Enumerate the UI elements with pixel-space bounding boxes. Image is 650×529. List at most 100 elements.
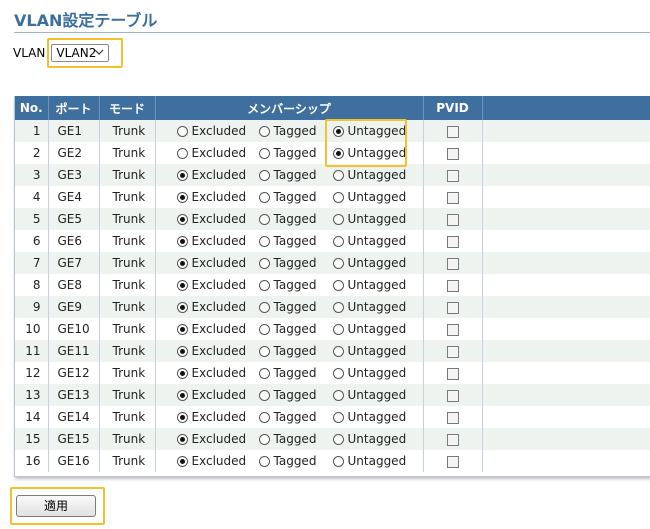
radio-untagged[interactable] (332, 279, 344, 291)
membership-untagged-option[interactable]: Untagged (332, 322, 406, 336)
membership-tagged-option[interactable]: Tagged (258, 212, 333, 226)
pvid-checkbox[interactable] (446, 125, 459, 138)
radio-tagged[interactable] (258, 213, 270, 225)
radio-excluded[interactable] (176, 147, 188, 159)
pvid-checkbox[interactable] (446, 433, 459, 446)
radio-excluded[interactable] (176, 257, 188, 269)
radio-untagged[interactable] (332, 367, 344, 379)
membership-excluded-option[interactable]: Excluded (176, 168, 259, 182)
radio-tagged[interactable] (258, 389, 270, 401)
radio-untagged[interactable] (332, 389, 344, 401)
radio-excluded[interactable] (176, 389, 188, 401)
membership-untagged-option[interactable]: Untagged (332, 432, 406, 446)
membership-tagged-option[interactable]: Tagged (258, 344, 333, 358)
membership-untagged-option[interactable]: Untagged (332, 234, 406, 248)
membership-excluded-option[interactable]: Excluded (176, 344, 259, 358)
radio-excluded[interactable] (176, 301, 188, 313)
membership-excluded-option[interactable]: Excluded (176, 256, 259, 270)
membership-tagged-option[interactable]: Tagged (258, 432, 333, 446)
radio-excluded[interactable] (176, 213, 188, 225)
radio-tagged[interactable] (258, 235, 270, 247)
radio-excluded[interactable] (176, 279, 188, 291)
radio-excluded[interactable] (176, 169, 188, 181)
pvid-checkbox[interactable] (446, 345, 459, 358)
membership-tagged-option[interactable]: Tagged (258, 366, 333, 380)
membership-untagged-option[interactable]: Untagged (332, 410, 406, 424)
membership-tagged-option[interactable]: Tagged (258, 190, 333, 204)
radio-excluded[interactable] (176, 455, 188, 467)
pvid-checkbox[interactable] (446, 367, 459, 380)
radio-tagged[interactable] (258, 367, 270, 379)
membership-untagged-option[interactable]: Untagged (332, 344, 406, 358)
membership-excluded-option[interactable]: Excluded (176, 300, 259, 314)
radio-excluded[interactable] (176, 411, 188, 423)
membership-excluded-option[interactable]: Excluded (176, 432, 259, 446)
membership-untagged-option[interactable]: Untagged (332, 278, 406, 292)
radio-tagged[interactable] (258, 433, 270, 445)
radio-excluded[interactable] (176, 323, 188, 335)
pvid-checkbox[interactable] (446, 455, 459, 468)
radio-excluded[interactable] (176, 345, 188, 357)
pvid-checkbox[interactable] (446, 169, 459, 182)
membership-tagged-option[interactable]: Tagged (258, 168, 333, 182)
radio-tagged[interactable] (258, 169, 270, 181)
pvid-checkbox[interactable] (446, 411, 459, 424)
pvid-checkbox[interactable] (446, 389, 459, 402)
radio-untagged[interactable] (332, 345, 344, 357)
radio-tagged[interactable] (258, 323, 270, 335)
radio-tagged[interactable] (258, 455, 270, 467)
apply-button[interactable]: 適用 (16, 495, 96, 517)
membership-excluded-option[interactable]: Excluded (176, 278, 259, 292)
membership-untagged-option[interactable]: Untagged (332, 168, 406, 182)
membership-untagged-option[interactable]: Untagged (332, 366, 406, 380)
membership-tagged-option[interactable]: Tagged (258, 454, 333, 468)
membership-tagged-option[interactable]: Tagged (258, 300, 333, 314)
pvid-checkbox[interactable] (446, 257, 459, 270)
membership-excluded-option[interactable]: Excluded (176, 234, 259, 248)
pvid-checkbox[interactable] (446, 301, 459, 314)
radio-untagged[interactable] (332, 323, 344, 335)
radio-untagged[interactable] (332, 213, 344, 225)
membership-tagged-option[interactable]: Tagged (258, 234, 333, 248)
pvid-checkbox[interactable] (446, 213, 459, 226)
membership-excluded-option[interactable]: Excluded (176, 124, 259, 138)
membership-excluded-option[interactable]: Excluded (176, 454, 259, 468)
membership-untagged-option[interactable]: Untagged (332, 454, 406, 468)
radio-untagged[interactable] (332, 301, 344, 313)
pvid-checkbox[interactable] (446, 191, 459, 204)
membership-tagged-option[interactable]: Tagged (258, 322, 333, 336)
radio-tagged[interactable] (258, 345, 270, 357)
membership-excluded-option[interactable]: Excluded (176, 146, 259, 160)
pvid-checkbox[interactable] (446, 235, 459, 248)
membership-tagged-option[interactable]: Tagged (258, 278, 333, 292)
radio-excluded[interactable] (176, 235, 188, 247)
radio-tagged[interactable] (258, 257, 270, 269)
radio-tagged[interactable] (258, 411, 270, 423)
radio-untagged[interactable] (332, 257, 344, 269)
membership-untagged-option[interactable]: Untagged (332, 212, 406, 226)
radio-tagged[interactable] (258, 191, 270, 203)
radio-untagged[interactable] (332, 433, 344, 445)
membership-untagged-option[interactable]: Untagged (332, 388, 406, 402)
membership-excluded-option[interactable]: Excluded (176, 366, 259, 380)
pvid-checkbox[interactable] (446, 323, 459, 336)
radio-untagged[interactable] (332, 191, 344, 203)
radio-untagged[interactable] (332, 235, 344, 247)
membership-untagged-option[interactable]: Untagged (332, 300, 406, 314)
radio-tagged[interactable] (258, 147, 270, 159)
membership-excluded-option[interactable]: Excluded (176, 388, 259, 402)
radio-excluded[interactable] (176, 191, 188, 203)
radio-tagged[interactable] (258, 279, 270, 291)
radio-untagged[interactable] (332, 169, 344, 181)
radio-untagged[interactable] (332, 455, 344, 467)
membership-excluded-option[interactable]: Excluded (176, 322, 259, 336)
membership-tagged-option[interactable]: Tagged (258, 256, 333, 270)
pvid-checkbox[interactable] (446, 279, 459, 292)
membership-excluded-option[interactable]: Excluded (176, 410, 259, 424)
membership-tagged-option[interactable]: Tagged (258, 410, 333, 424)
pvid-checkbox[interactable] (446, 147, 459, 160)
membership-tagged-option[interactable]: Tagged (258, 146, 333, 160)
membership-excluded-option[interactable]: Excluded (176, 212, 259, 226)
radio-tagged[interactable] (258, 301, 270, 313)
radio-tagged[interactable] (258, 125, 270, 137)
